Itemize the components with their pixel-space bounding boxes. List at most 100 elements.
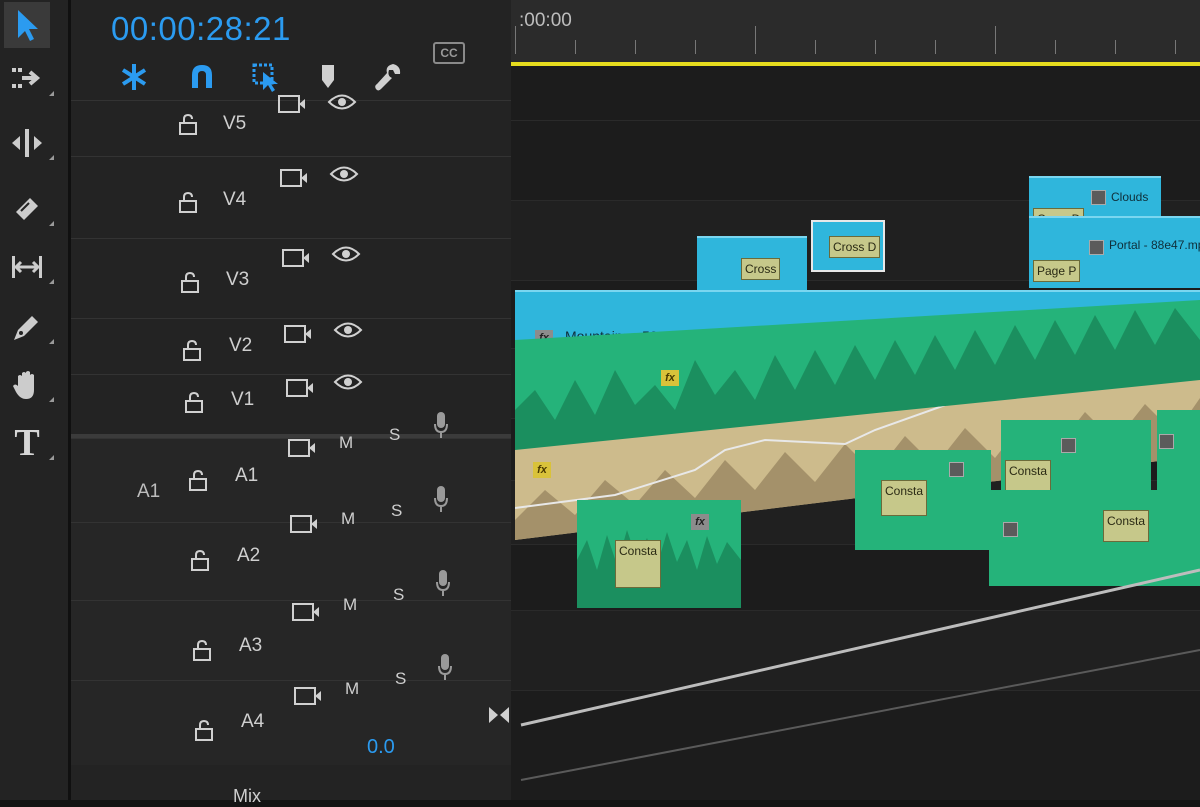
settings-button[interactable]: [369, 58, 407, 96]
voiceover-record-button[interactable]: [433, 411, 449, 439]
filmstrip-icon: [288, 439, 315, 457]
selection-tool[interactable]: [4, 2, 50, 48]
track-header-v3: V3: [71, 238, 511, 319]
timeline-panel[interactable]: :00:00 Clouds Cross D Cross Cross D Port…: [511, 0, 1200, 800]
selection-arrow-icon: [18, 10, 38, 41]
mute-button[interactable]: M: [343, 595, 357, 615]
microphone-icon: [434, 412, 448, 438]
track-output-toggle[interactable]: [291, 599, 321, 625]
pen-tool[interactable]: [4, 304, 54, 350]
track-lock-toggle[interactable]: [193, 639, 211, 661]
track-visibility-toggle[interactable]: [333, 317, 363, 343]
track-name: A1: [235, 465, 259, 486]
track-visibility-toggle[interactable]: [331, 241, 361, 267]
unlock-icon: [179, 191, 197, 213]
track-lock-toggle[interactable]: [191, 549, 209, 571]
tools-panel: T: [0, 0, 71, 800]
eye-icon: [329, 166, 359, 182]
eye-icon: [327, 94, 357, 110]
mute-button[interactable]: M: [339, 433, 353, 453]
unlock-icon: [185, 391, 203, 413]
track-output-toggle[interactable]: [277, 91, 307, 117]
eye-icon: [333, 322, 363, 338]
track-output-toggle[interactable]: [285, 375, 315, 401]
nest-sequence-button[interactable]: [115, 58, 153, 96]
track-visibility-toggle[interactable]: [329, 161, 359, 187]
track-lock-toggle[interactable]: [185, 391, 203, 413]
slip-icon: [12, 256, 42, 278]
microphone-icon: [438, 654, 452, 680]
voiceover-record-button[interactable]: [435, 569, 451, 597]
snap-magnet-icon: [192, 65, 212, 88]
microphone-icon: [436, 570, 450, 596]
track-height-zoom-icon[interactable]: [487, 703, 511, 727]
track-lock-toggle[interactable]: [195, 719, 213, 741]
pen-icon: [14, 316, 38, 340]
slip-tool[interactable]: [4, 244, 54, 290]
hand-icon: [13, 371, 34, 399]
voiceover-record-button[interactable]: [437, 653, 453, 681]
track-output-toggle[interactable]: [289, 511, 319, 537]
track-output-toggle[interactable]: [279, 165, 309, 191]
unlock-icon: [189, 469, 207, 491]
nest-sequence-icon: [121, 64, 147, 90]
track-header-v5: V5: [71, 94, 511, 157]
microphone-icon: [434, 486, 448, 512]
mix-volume-value[interactable]: 0.0: [367, 736, 395, 759]
add-marker-icon: [322, 65, 334, 88]
track-output-toggle[interactable]: [287, 435, 317, 461]
track-name: V4: [223, 189, 247, 210]
track-lock-toggle[interactable]: [179, 113, 197, 135]
track-header-a4: A4 M S: [71, 654, 511, 765]
track-output-toggle[interactable]: [281, 245, 311, 271]
mute-button[interactable]: M: [341, 509, 355, 529]
filmstrip-icon: [278, 95, 305, 113]
mute-button[interactable]: M: [345, 679, 359, 699]
track-name: V3: [226, 269, 250, 290]
solo-button[interactable]: S: [389, 425, 400, 445]
track-lock-toggle[interactable]: [183, 339, 201, 361]
snap-button[interactable]: [183, 58, 221, 96]
unlock-icon: [179, 113, 197, 135]
playhead-timecode[interactable]: 00:00:28:21: [111, 10, 291, 48]
track-select-forward-icon: [12, 68, 41, 88]
filmstrip-icon: [286, 379, 313, 397]
track-name: V5: [223, 113, 247, 134]
track-headers-panel: 00:00:28:21 CC V5 V4 V3 V2 V1 A1 A1 M S …: [71, 0, 511, 806]
track-visibility-toggle[interactable]: [333, 369, 363, 395]
ripple-edit-icon: [12, 129, 42, 157]
filmstrip-icon: [282, 249, 309, 267]
unlock-icon: [195, 719, 213, 741]
track-output-toggle[interactable]: [293, 683, 323, 709]
wrench-icon: [375, 64, 401, 91]
track-header-v2: V2: [71, 318, 511, 375]
track-lock-toggle[interactable]: [181, 271, 199, 293]
unlock-icon: [193, 639, 211, 661]
solo-button[interactable]: S: [395, 669, 406, 689]
solo-button[interactable]: S: [393, 585, 404, 605]
track-name: V2: [229, 335, 253, 356]
type-tool[interactable]: T: [4, 420, 54, 466]
linked-selection-icon: [252, 63, 278, 92]
track-lock-toggle[interactable]: [179, 191, 197, 213]
ripple-edit-tool[interactable]: [4, 120, 54, 166]
hand-tool[interactable]: [4, 362, 54, 408]
track-name: A3: [239, 635, 263, 656]
track-name: V1: [231, 389, 255, 410]
voiceover-record-button[interactable]: [433, 485, 449, 513]
track-select-forward-tool[interactable]: [4, 56, 54, 102]
type-icon: T: [14, 422, 40, 464]
track-lock-toggle[interactable]: [189, 469, 207, 491]
track-name: A2: [237, 545, 261, 566]
track-output-toggle[interactable]: [283, 321, 313, 347]
timeline-track-lines: [520, 568, 1200, 781]
filmstrip-icon: [284, 325, 311, 343]
filmstrip-icon: [280, 169, 307, 187]
razor-tool[interactable]: [4, 186, 54, 232]
filmstrip-icon: [290, 515, 317, 533]
track-visibility-toggle[interactable]: [327, 89, 357, 115]
solo-button[interactable]: S: [391, 501, 402, 521]
captions-button[interactable]: CC: [433, 42, 465, 64]
source-patch-a1[interactable]: A1: [137, 481, 160, 503]
track-header-v4: V4: [71, 156, 511, 239]
